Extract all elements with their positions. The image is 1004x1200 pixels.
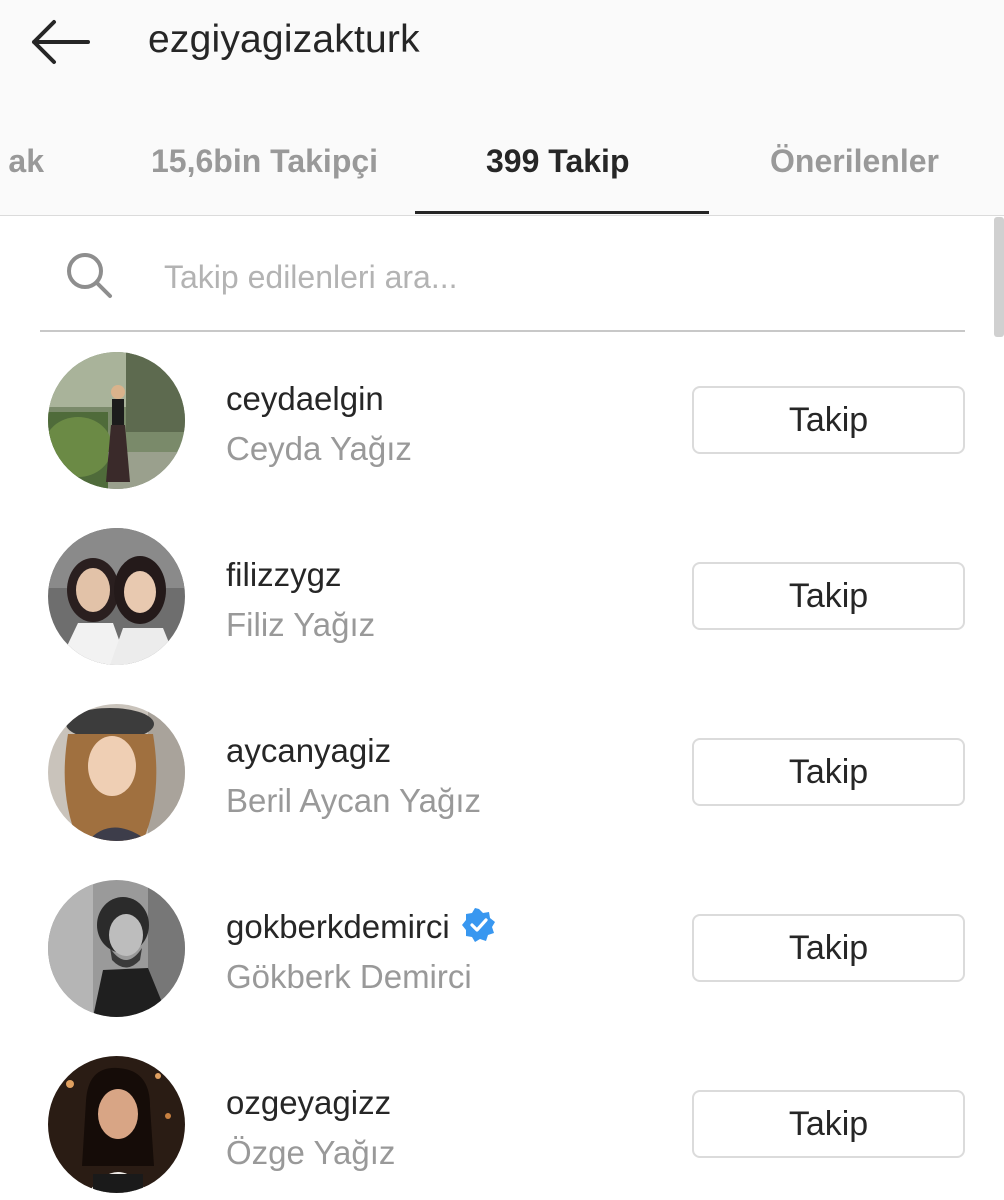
username[interactable]: ceydaelgin <box>226 380 384 418</box>
verified-badge-icon <box>461 908 495 942</box>
follow-button[interactable]: Takip <box>692 738 965 806</box>
avatar[interactable] <box>48 880 185 1017</box>
username[interactable]: aycanyagiz <box>226 732 391 770</box>
list-item[interactable]: ozgeyagizz Özge Yağız Takip <box>0 1044 1004 1200</box>
back-button[interactable] <box>22 12 98 72</box>
full-name: Özge Yağız <box>226 1134 396 1171</box>
tab-partial[interactable]: ak <box>8 136 44 186</box>
list-item[interactable]: aycanyagiz Beril Aycan Yağız Takip <box>0 692 1004 868</box>
avatar[interactable] <box>48 528 185 665</box>
full-name: Gökberk Demirci <box>226 958 472 995</box>
list-item[interactable]: gokberkdemirci Gökberk Demirci Takip <box>0 868 1004 1044</box>
follow-button[interactable]: Takip <box>692 562 965 630</box>
full-name: Beril Aycan Yağız <box>226 782 481 819</box>
follow-button[interactable]: Takip <box>692 1090 965 1158</box>
tab-clip: ak <box>0 136 44 186</box>
search-input[interactable] <box>164 252 924 302</box>
active-tab-indicator <box>415 211 709 214</box>
username[interactable]: filizzygz <box>226 556 342 594</box>
username[interactable]: ozgeyagizz <box>226 1084 391 1122</box>
tab-following[interactable]: 399 Takip <box>486 136 629 186</box>
full-name: Ceyda Yağız <box>226 430 412 467</box>
avatar[interactable] <box>48 1056 185 1193</box>
search-bar <box>40 230 965 332</box>
avatar[interactable] <box>48 704 185 841</box>
avatar[interactable] <box>48 352 185 489</box>
username[interactable]: gokberkdemirci <box>226 908 496 946</box>
profile-username-title: ezgiyagizakturk <box>148 18 420 61</box>
search-icon <box>67 253 112 298</box>
arrow-left-icon <box>32 20 90 64</box>
tab-suggested[interactable]: Önerilenler <box>770 136 939 186</box>
app-header: ezgiyagizakturk ak 15,6bin Takipçi 399 T… <box>0 0 1004 216</box>
follow-button[interactable]: Takip <box>692 386 965 454</box>
follow-button[interactable]: Takip <box>692 914 965 982</box>
tab-followers[interactable]: 15,6bin Takipçi <box>151 136 378 186</box>
scrollbar[interactable] <box>994 217 1004 337</box>
list-item[interactable]: filizzygz Filiz Yağız Takip <box>0 516 1004 692</box>
full-name: Filiz Yağız <box>226 606 376 643</box>
list-item[interactable]: ceydaelgin Ceyda Yağız Takip <box>0 340 1004 516</box>
